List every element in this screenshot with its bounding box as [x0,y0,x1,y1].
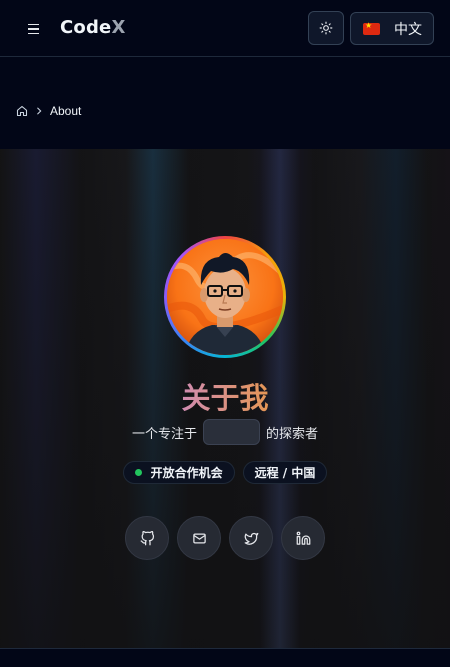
top-header: CodeX 中文 [0,0,450,57]
hero-subtitle: 一个专注于 的探索者 [0,419,450,445]
page-title: 关于我 [0,375,450,417]
location-badge: 远程 / 中国 [242,461,328,484]
social-links [0,516,450,560]
sun-icon [319,21,333,35]
menu-button[interactable] [22,18,46,40]
email-link[interactable] [177,516,221,560]
chevron-right-icon [37,107,42,115]
github-icon [140,530,154,545]
linkedin-link[interactable] [281,516,325,560]
theme-toggle-button[interactable] [308,11,344,45]
availability-badge: 开放合作机会 [122,461,235,484]
subtitle-prefix: 一个专注于 [131,426,197,442]
breadcrumb-current: About [50,104,82,118]
breadcrumb-band [0,57,450,149]
subtitle-suffix: 的探索者 [266,426,319,442]
rotating-keyword-box [203,419,260,445]
footer-edge [0,648,450,667]
twitter-icon [244,532,258,545]
status-dot-icon [134,469,142,476]
mail-icon [192,533,206,543]
github-link[interactable] [125,516,169,560]
breadcrumb: About [16,104,81,118]
language-label: 中文 [394,21,422,38]
avatar [167,239,283,355]
status-badges: 开放合作机会 远程 / 中国 [0,461,450,484]
home-icon[interactable] [16,105,28,117]
avatar-ring [164,236,286,358]
china-flag-icon [363,21,380,35]
linkedin-icon [296,531,310,545]
twitter-link[interactable] [229,516,273,560]
hamburger-menu-icon [28,23,39,26]
site-logo[interactable]: CodeX [60,17,126,38]
language-switcher[interactable]: 中文 [350,12,434,45]
